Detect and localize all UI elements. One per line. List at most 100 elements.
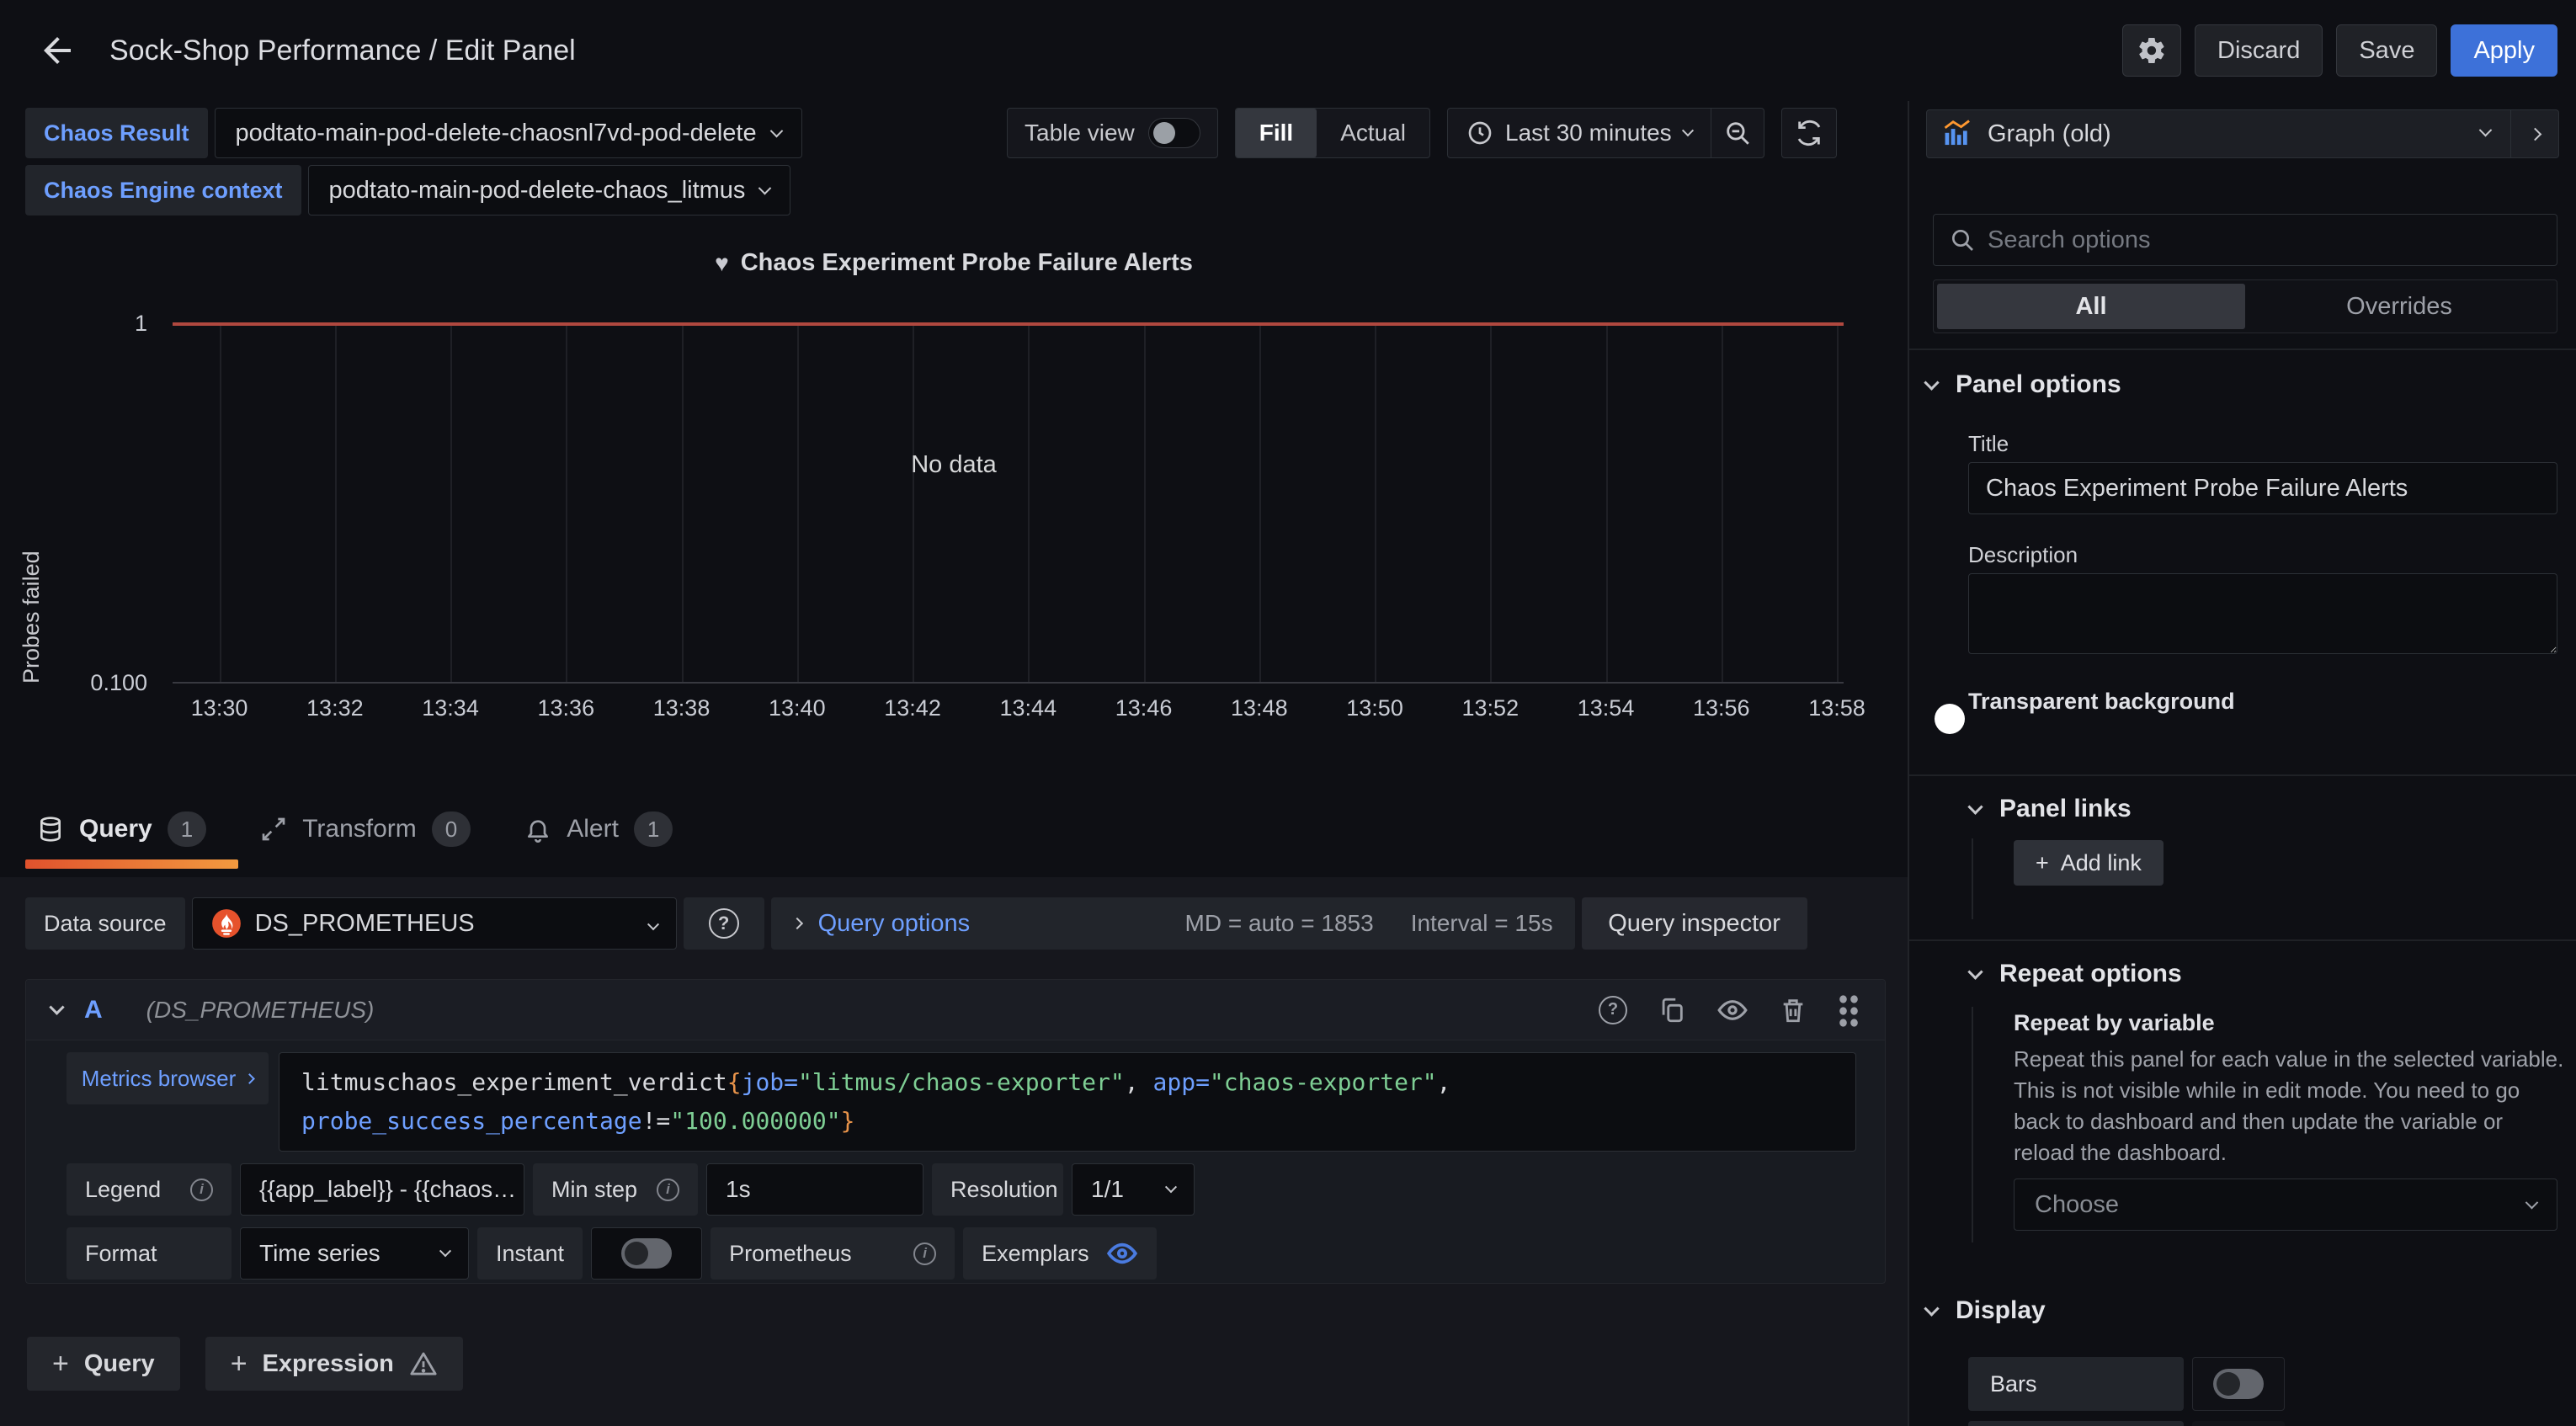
save-button[interactable]: Save <box>2336 24 2437 77</box>
expand-options-button[interactable] <box>2511 110 2558 157</box>
promql-line-1: litmuschaos_experiment_verdict{job="litm… <box>301 1063 1834 1102</box>
section-guide-line <box>1972 838 1973 919</box>
section-divider <box>1909 349 2576 350</box>
visualization-picker[interactable]: Graph (old) <box>1926 109 2559 158</box>
time-range-button[interactable]: Last 30 minutes <box>1448 109 1711 157</box>
gear-icon <box>2137 35 2167 66</box>
data-source-select[interactable]: DS_PROMETHEUS <box>192 897 677 950</box>
max-data-points: MD = auto = 1853 <box>1185 910 1374 937</box>
promql-editor[interactable]: litmuschaos_experiment_verdict{job="litm… <box>279 1052 1856 1152</box>
gridline <box>1490 324 1492 682</box>
panel-links-header[interactable]: Panel links <box>1970 795 2132 823</box>
repeat-variable-select[interactable]: Choose <box>2014 1179 2557 1231</box>
query-card-header[interactable]: A (DS_PROMETHEUS) ? <box>26 980 1885 1040</box>
min-step-input[interactable]: 1s <box>706 1163 923 1216</box>
toggle-knob <box>2217 1372 2240 1396</box>
data-source-value: DS_PROMETHEUS <box>255 910 475 938</box>
prometheus-type-label: Prometheusi <box>711 1227 955 1280</box>
format-select[interactable]: Time series <box>240 1227 469 1280</box>
gridline <box>220 324 221 682</box>
header-actions: Discard Save Apply <box>2122 24 2557 77</box>
query-inspector-button[interactable]: Query inspector <box>1582 897 1807 950</box>
zoom-out-button[interactable] <box>1711 109 1764 157</box>
no-data-message: No data <box>0 451 1908 479</box>
info-icon: i <box>190 1179 213 1201</box>
variable-value: podtato-main-pod-delete-chaosnl7vd-pod-d… <box>236 120 757 147</box>
graph-viz-icon <box>1942 118 1974 150</box>
gridline <box>797 324 799 682</box>
tab-label: Query <box>79 815 152 843</box>
sidebar-divider <box>1908 101 1909 1426</box>
table-view-toggle[interactable] <box>1148 118 1200 148</box>
tab-count-badge: 0 <box>432 811 471 847</box>
fill-option[interactable]: Fill <box>1236 109 1317 157</box>
repeat-options-header[interactable]: Repeat options <box>1970 960 2182 988</box>
query-card-body: Metrics browser litmuschaos_experiment_v… <box>26 1040 1885 1280</box>
variable-select-chaos-engine[interactable]: podtato-main-pod-delete-chaos_litmus <box>308 165 791 215</box>
threshold-line <box>173 322 1844 326</box>
drag-handle-icon[interactable] <box>1838 993 1860 1027</box>
grafana-edit-panel: { "header": { "title": "Sock-Shop Perfor… <box>0 0 2576 1426</box>
add-query-button[interactable]: + Query <box>27 1337 180 1391</box>
actual-option[interactable]: Actual <box>1317 109 1429 157</box>
tab-transform[interactable]: Transform 0 <box>248 800 482 859</box>
variable-select-chaos-result[interactable]: podtato-main-pod-delete-chaosnl7vd-pod-d… <box>215 108 802 158</box>
apply-button[interactable]: Apply <box>2451 24 2557 77</box>
table-view-label: Table view <box>1025 120 1135 146</box>
back-arrow-icon[interactable] <box>37 29 81 72</box>
chart-plot-area[interactable] <box>173 324 1844 684</box>
discard-button[interactable]: Discard <box>2195 24 2323 77</box>
filter-tab-all[interactable]: All <box>1937 284 2245 329</box>
zoom-out-icon <box>1723 119 1752 147</box>
panel-description-textarea[interactable] <box>1968 573 2557 654</box>
add-link-button[interactable]: + Add link <box>2014 840 2164 886</box>
gridline <box>1259 324 1261 682</box>
x-tick-label: 13:48 <box>1231 695 1288 721</box>
plus-icon: + <box>52 1348 69 1381</box>
duplicate-icon[interactable] <box>1658 996 1686 1024</box>
legend-input[interactable]: {{app_label}} - {{chaos… <box>240 1163 524 1216</box>
panel-options-header[interactable]: Panel options <box>1926 370 2121 399</box>
section-title: Display <box>1956 1296 2046 1325</box>
refresh-button[interactable] <box>1781 108 1837 158</box>
time-range-label: Last 30 minutes <box>1505 120 1672 146</box>
panel-title-input[interactable] <box>1968 462 2557 514</box>
chevron-down-icon <box>769 124 783 137</box>
help-icon[interactable]: ? <box>1599 996 1627 1024</box>
section-title: Panel links <box>1999 795 2132 823</box>
filter-tab-overrides[interactable]: Overrides <box>2245 284 2553 329</box>
variable-value: podtato-main-pod-delete-chaos_litmus <box>329 177 746 205</box>
instant-toggle[interactable] <box>621 1238 672 1269</box>
transparent-background-label: Transparent background <box>1968 689 2235 715</box>
panel-settings-button[interactable] <box>2122 24 2181 77</box>
editor-tabs: Query 1 Transform 0 Alert 1 <box>25 800 684 859</box>
search-input[interactable] <box>1988 226 2541 254</box>
tab-label: Alert <box>567 815 619 843</box>
x-tick-label: 13:40 <box>769 695 826 721</box>
query-options-bar[interactable]: Query options MD = auto = 1853 Interval … <box>771 897 1575 950</box>
plus-icon: + <box>2036 850 2049 876</box>
query-footer-buttons: + Query + Expression <box>27 1337 463 1391</box>
metrics-browser-button[interactable]: Metrics browser <box>67 1052 269 1104</box>
x-tick-label: 13:36 <box>538 695 595 721</box>
tab-query[interactable]: Query 1 <box>25 800 218 859</box>
toggle-knob <box>625 1242 648 1265</box>
resolution-select[interactable]: 1/1 <box>1072 1163 1195 1216</box>
x-tick-label: 13:32 <box>306 695 364 721</box>
table-view-control: Table view <box>1007 108 1218 158</box>
legend-label: Legendi <box>67 1163 232 1216</box>
help-icon: ? <box>709 908 739 939</box>
section-title: Repeat options <box>1999 960 2182 988</box>
trash-icon[interactable] <box>1779 996 1807 1024</box>
eye-icon[interactable] <box>1716 994 1748 1026</box>
data-source-help-button[interactable]: ? <box>684 897 764 950</box>
next-option-toggle-partial <box>2192 1421 2285 1426</box>
gridline <box>566 324 567 682</box>
toggle-knob <box>1935 704 1965 734</box>
bars-toggle[interactable] <box>2213 1369 2264 1399</box>
tab-alert[interactable]: Alert 1 <box>513 800 684 859</box>
exemplars-eye-icon[interactable] <box>1106 1237 1138 1269</box>
add-expression-button[interactable]: + Expression <box>205 1337 463 1391</box>
gridline <box>1606 324 1608 682</box>
display-section-header[interactable]: Display <box>1926 1296 2046 1325</box>
